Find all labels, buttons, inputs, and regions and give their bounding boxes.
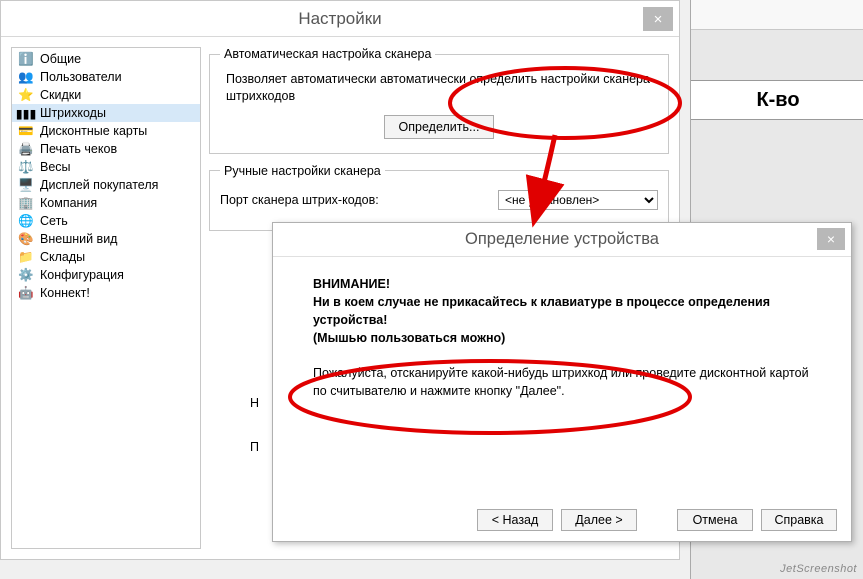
sidebar-item-0[interactable]: ℹ️ Общие xyxy=(12,50,200,68)
dialog-titlebar: Определение устройства × xyxy=(273,223,851,257)
sidebar-item-11[interactable]: 📁 Склады xyxy=(12,248,200,266)
dialog-body: ВНИМАНИЕ! Ни в коем случае не прикасайте… xyxy=(273,257,851,426)
sidebar-label: Пользователи xyxy=(40,70,122,84)
sidebar-label: Склады xyxy=(40,250,85,264)
dialog-instruction: Пожалуйста, отсканируйте какой-нибудь шт… xyxy=(313,364,811,400)
sidebar-item-8[interactable]: 🏢 Компания xyxy=(12,194,200,212)
settings-sidebar: ℹ️ Общие 👥 Пользователи ⭐ Скидки ▮▮▮ Штрихкоды 💳… xyxy=(11,47,201,549)
sidebar-label: Общие xyxy=(40,52,81,66)
dialog-title: Определение устройства xyxy=(465,230,659,249)
sidebar-icon: 👥 xyxy=(18,69,34,85)
sidebar-label: Компания xyxy=(40,196,97,210)
warn-title: ВНИМАНИЕ! xyxy=(313,277,390,291)
close-button[interactable]: × xyxy=(643,7,673,31)
sidebar-item-2[interactable]: ⭐ Скидки xyxy=(12,86,200,104)
sidebar-label: Скидки xyxy=(40,88,81,102)
port-label: Порт сканера штрих-кодов: xyxy=(220,193,379,207)
sidebar-label: Печать чеков xyxy=(40,142,117,156)
sidebar-icon: 🖥️ xyxy=(18,177,34,193)
sidebar-label: Штрихкоды xyxy=(40,106,106,120)
port-dropdown[interactable]: <не установлен> xyxy=(498,190,658,210)
detect-button[interactable]: Определить... xyxy=(384,115,495,139)
sidebar-item-12[interactable]: ⚙️ Конфигурация xyxy=(12,266,200,284)
obscured-text-2: П xyxy=(250,440,259,454)
settings-titlebar: Настройки × xyxy=(1,1,679,37)
manual-scanner-legend: Ручные настройки сканера xyxy=(220,164,385,178)
sidebar-icon: ⚙️ xyxy=(18,267,34,283)
sidebar-item-5[interactable]: 🖨️ Печать чеков xyxy=(12,140,200,158)
dialog-close-button[interactable]: × xyxy=(817,228,845,250)
cancel-button[interactable]: Отмена xyxy=(677,509,753,531)
auto-scanner-legend: Автоматическая настройка сканера xyxy=(220,47,435,61)
bg-column-header: К-во xyxy=(691,80,863,120)
sidebar-item-1[interactable]: 👥 Пользователи xyxy=(12,68,200,86)
sidebar-icon: ⚖️ xyxy=(18,159,34,175)
obscured-text-1: Н xyxy=(250,396,259,410)
sidebar-item-10[interactable]: 🎨 Внешний вид xyxy=(12,230,200,248)
sidebar-icon: 📁 xyxy=(18,249,34,265)
sidebar-icon: 🤖 xyxy=(18,285,34,301)
auto-scanner-group: Автоматическая настройка сканера Позволя… xyxy=(209,47,669,154)
bg-toolbar xyxy=(691,0,863,30)
sidebar-label: Дисплей покупателя xyxy=(40,178,158,192)
sidebar-label: Конфигурация xyxy=(40,268,124,282)
bg-column-label: К-во xyxy=(756,89,799,112)
manual-scanner-group: Ручные настройки сканера Порт сканера шт… xyxy=(209,164,669,231)
button-spacer xyxy=(645,509,669,531)
next-button[interactable]: Далее > xyxy=(561,509,637,531)
watermark: JetScreenshot xyxy=(780,563,857,575)
device-detect-dialog: Определение устройства × ВНИМАНИЕ! Ни в … xyxy=(272,222,852,542)
sidebar-icon: 🎨 xyxy=(18,231,34,247)
sidebar-item-3[interactable]: ▮▮▮ Штрихкоды xyxy=(12,104,200,122)
sidebar-item-9[interactable]: 🌐 Сеть xyxy=(12,212,200,230)
sidebar-label: Дисконтные карты xyxy=(40,124,147,138)
sidebar-item-13[interactable]: 🤖 Коннект! xyxy=(12,284,200,302)
warn-line2: (Мышью пользоваться можно) xyxy=(313,331,505,345)
sidebar-label: Весы xyxy=(40,160,71,174)
sidebar-icon: 💳 xyxy=(18,123,34,139)
sidebar-label: Внешний вид xyxy=(40,232,117,246)
back-button[interactable]: < Назад xyxy=(477,509,553,531)
sidebar-icon: ℹ️ xyxy=(18,51,34,67)
sidebar-label: Сеть xyxy=(40,214,68,228)
sidebar-item-4[interactable]: 💳 Дисконтные карты xyxy=(12,122,200,140)
sidebar-label: Коннект! xyxy=(40,286,90,300)
sidebar-item-6[interactable]: ⚖️ Весы xyxy=(12,158,200,176)
port-row: Порт сканера штрих-кодов: <не установлен… xyxy=(220,190,658,210)
dialog-warning: ВНИМАНИЕ! Ни в коем случае не прикасайте… xyxy=(313,275,811,348)
sidebar-icon: 🏢 xyxy=(18,195,34,211)
sidebar-item-7[interactable]: 🖥️ Дисплей покупателя xyxy=(12,176,200,194)
help-button[interactable]: Справка xyxy=(761,509,837,531)
warn-line1: Ни в коем случае не прикасайтесь к клави… xyxy=(313,295,770,327)
sidebar-icon: ▮▮▮ xyxy=(18,105,34,121)
settings-title: Настройки xyxy=(298,9,381,29)
sidebar-icon: ⭐ xyxy=(18,87,34,103)
sidebar-icon: 🌐 xyxy=(18,213,34,229)
auto-scanner-desc: Позволяет автоматически автоматически оп… xyxy=(226,71,652,105)
sidebar-icon: 🖨️ xyxy=(18,141,34,157)
dialog-button-row: < Назад Далее > Отмена Справка xyxy=(477,509,837,531)
